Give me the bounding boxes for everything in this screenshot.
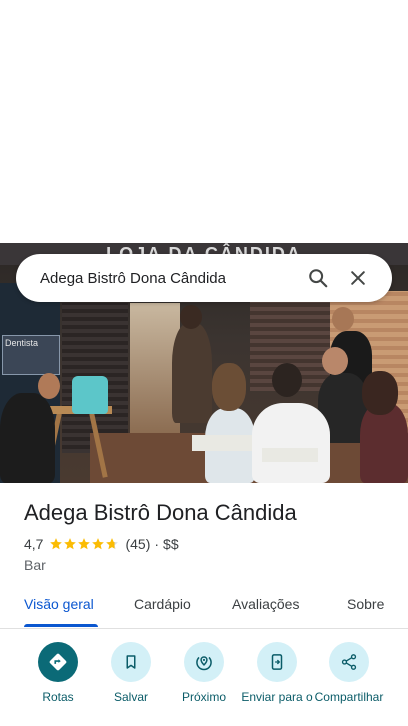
directions-circle (38, 642, 78, 682)
search-bar[interactable]: Adega Bistrô Dona Cândida (16, 254, 392, 302)
share-label: Compartilhar (314, 690, 384, 704)
clear-search-button[interactable] (338, 258, 378, 298)
star-icon (106, 538, 119, 550)
star-icon (78, 538, 91, 550)
nearby-label: Próximo (181, 690, 226, 704)
close-icon (351, 271, 365, 285)
rating-row[interactable]: 4,7 (45) · $$ (24, 536, 179, 552)
price-level: $$ (163, 536, 179, 552)
bookmark-icon (126, 655, 136, 669)
photo-person-head (38, 373, 60, 399)
send-to-phone-circle (257, 642, 297, 682)
send-to-phone-label: Enviar para o (241, 690, 313, 704)
tab-reviews[interactable]: Avaliações (232, 596, 299, 612)
send-to-phone-button[interactable]: Enviar para o (241, 642, 313, 704)
rating-value: 4,7 (24, 536, 44, 552)
photo-dentist-sign: Dentista (2, 335, 60, 375)
share-circle (329, 642, 369, 682)
photo-chair (262, 448, 318, 462)
nearby-circle (184, 642, 224, 682)
search-button[interactable] (298, 258, 338, 298)
photo-person-head (322, 347, 348, 375)
photo-person (0, 393, 55, 483)
photo-person-head (362, 371, 398, 415)
active-tab-indicator (24, 624, 98, 627)
star-icon (92, 538, 105, 550)
separator: · (154, 536, 160, 552)
save-circle (111, 642, 151, 682)
nearby-icon (196, 656, 212, 671)
directions-icon (49, 653, 67, 671)
directions-button[interactable]: Rotas (22, 642, 94, 704)
photo-person-head (212, 363, 246, 411)
photo-person (360, 403, 408, 483)
share-icon (341, 654, 357, 670)
photo-chair (192, 435, 252, 451)
send-to-phone-icon (271, 654, 283, 670)
save-label: Salvar (113, 690, 148, 704)
photo-person-head (332, 307, 354, 331)
photo-person-head (272, 363, 302, 397)
star-icon (64, 538, 77, 550)
photo-person (252, 403, 330, 483)
tab-menu[interactable]: Cardápio (134, 596, 191, 612)
place-title: Adega Bistrô Dona Cândida (24, 500, 297, 525)
blank-map-area (0, 0, 408, 243)
nearby-button[interactable]: Próximo (168, 642, 240, 704)
directions-label: Rotas (42, 690, 74, 704)
star-icon (50, 538, 63, 550)
photo-person (172, 323, 212, 423)
share-button[interactable]: Compartilhar (313, 642, 385, 704)
place-category[interactable]: Bar (24, 557, 46, 573)
rating-stars (49, 537, 119, 551)
tab-about[interactable]: Sobre (347, 596, 384, 612)
search-input[interactable]: Adega Bistrô Dona Cândida (40, 270, 298, 287)
save-button[interactable]: Salvar (95, 642, 167, 704)
photo-bag (72, 376, 108, 414)
photo-person-head (180, 305, 202, 329)
search-icon (309, 269, 328, 288)
tab-bar: Visão geral Cardápio Avaliações Sobre (0, 584, 408, 629)
tab-overview[interactable]: Visão geral (24, 596, 94, 612)
review-count[interactable]: (45) (125, 536, 150, 552)
